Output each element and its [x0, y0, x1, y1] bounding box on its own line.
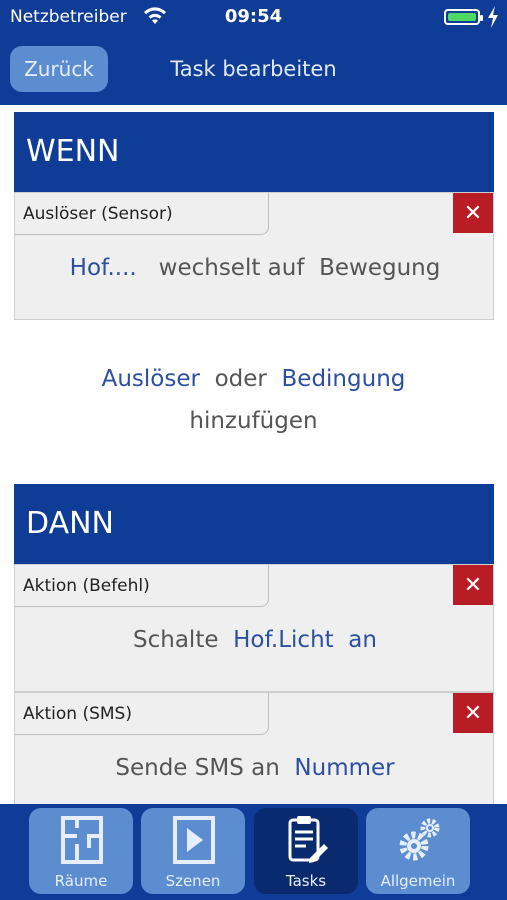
- action-card-command: Aktion (Befehl) ✕ Schalte Hof.Licht an: [14, 564, 494, 692]
- trigger-value[interactable]: Bewegung: [319, 255, 440, 281]
- delete-trigger-button[interactable]: ✕: [453, 193, 493, 233]
- add-condition-link[interactable]: Bedingung: [282, 366, 406, 392]
- action-type-label: Aktion (SMS): [15, 693, 269, 735]
- trigger-sentence: Hof.... wechselt auf Bewegung: [15, 255, 495, 281]
- tab-label: Szenen: [165, 872, 221, 890]
- delete-action-button[interactable]: ✕: [453, 565, 493, 605]
- tab-general[interactable]: Allgemein: [366, 808, 470, 894]
- or-text: oder: [214, 366, 267, 392]
- tab-label: Räume: [54, 872, 108, 890]
- trigger-verb: wechselt auf: [158, 255, 305, 281]
- action-type-label: Aktion (Befehl): [15, 565, 269, 607]
- trigger-type-label: Auslöser (Sensor): [15, 193, 269, 235]
- close-icon: ✕: [463, 700, 483, 726]
- action-target-link[interactable]: Hof.Licht: [233, 627, 334, 653]
- add-trigger-row: Auslöser oder Bedingung: [0, 366, 507, 392]
- tab-label: Tasks: [285, 872, 327, 890]
- close-icon: ✕: [463, 572, 483, 598]
- rooms-icon: [61, 816, 103, 864]
- battery-icon: [444, 9, 483, 25]
- delete-action-button[interactable]: ✕: [453, 693, 493, 733]
- status-bar: Netzbetreiber 09:54: [0, 0, 507, 34]
- dann-header: DANN: [14, 484, 494, 564]
- action-card-sms: Aktion (SMS) ✕ Sende SMS an Nummer: [14, 692, 494, 812]
- add-trigger-link[interactable]: Auslöser: [102, 366, 200, 392]
- navigation-bar: Zurück Task bearbeiten: [0, 34, 507, 105]
- action-verb: Schalte: [133, 627, 219, 653]
- play-icon: [173, 816, 215, 864]
- close-icon: ✕: [463, 200, 483, 226]
- action-verb: Sende SMS an: [115, 755, 280, 781]
- clock: 09:54: [224, 6, 283, 27]
- tab-tasks[interactable]: Tasks: [254, 808, 358, 894]
- sms-recipient-link[interactable]: Nummer: [294, 755, 394, 781]
- tab-label: Allgemein: [380, 872, 456, 890]
- trigger-card: Auslöser (Sensor) ✕ Hof.... wechselt auf…: [14, 192, 494, 320]
- clipboard-edit-icon: [288, 816, 328, 863]
- charging-icon: [488, 6, 498, 28]
- wenn-header: WENN: [14, 112, 494, 192]
- trigger-object-link[interactable]: Hof....: [70, 255, 137, 281]
- action-sentence: Sende SMS an Nummer: [15, 755, 495, 781]
- page-title: Task bearbeiten: [170, 57, 337, 81]
- tab-rooms[interactable]: Räume: [29, 808, 133, 894]
- gears-icon: [399, 818, 440, 861]
- tab-bar: Räume Szenen Tasks Allgemein: [0, 804, 507, 900]
- action-value-link[interactable]: an: [348, 627, 377, 653]
- action-sentence: Schalte Hof.Licht an: [15, 627, 495, 653]
- tab-scenes[interactable]: Szenen: [141, 808, 245, 894]
- add-suffix-text: hinzufügen: [189, 408, 318, 434]
